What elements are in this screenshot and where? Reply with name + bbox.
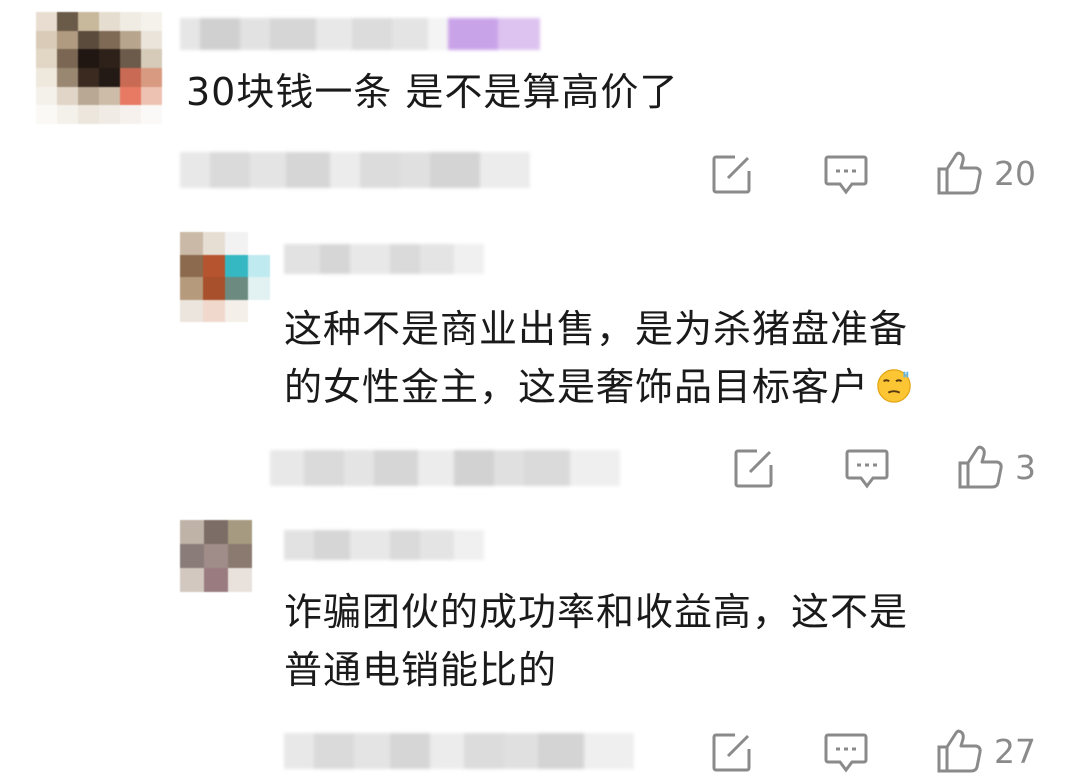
thumbs-up-icon	[937, 729, 982, 773]
comment-text: 这种不是商业出售，是为杀猪盘准备 的女性金主，这是奢饰品目标客户	[284, 300, 913, 416]
comment-bubble-icon	[845, 449, 889, 489]
username-blurred[interactable]	[284, 244, 484, 274]
like-button[interactable]: 3	[957, 444, 1036, 490]
like-count: 20	[994, 153, 1036, 193]
like-count: 27	[994, 731, 1036, 771]
share-button[interactable]	[711, 153, 753, 195]
sweat-smile-emoji-icon	[877, 369, 911, 403]
avatar[interactable]	[36, 12, 162, 124]
share-button[interactable]	[711, 731, 753, 773]
share-button[interactable]	[733, 447, 775, 489]
timestamp-blurred	[284, 733, 634, 769]
thumbs-up-icon	[958, 445, 1003, 489]
comment-text: 30块钱一条 是不是算高价了	[186, 70, 679, 114]
timestamp-blurred	[270, 450, 620, 486]
username-blurred[interactable]	[180, 18, 540, 50]
thumbs-up-icon	[937, 151, 982, 195]
edit-square-icon	[734, 449, 773, 488]
reply-button[interactable]	[845, 448, 889, 490]
comment-text-line: 诈骗团伙的成功率和收益高，这不是	[284, 590, 909, 634]
like-button[interactable]: 27	[936, 728, 1036, 774]
reply-button[interactable]	[824, 154, 868, 196]
edit-square-icon	[712, 733, 751, 772]
comment-text: 诈骗团伙的成功率和收益高，这不是 普通电销能比的	[284, 583, 908, 699]
like-button[interactable]: 20	[936, 150, 1036, 196]
comment-bubble-icon	[824, 733, 868, 773]
edit-square-icon	[712, 155, 751, 194]
username-blurred[interactable]	[284, 530, 484, 560]
avatar[interactable]	[180, 232, 270, 322]
like-count: 3	[1015, 447, 1036, 487]
avatar[interactable]	[180, 520, 252, 592]
comment-text-line: 的女性金主，这是奢饰品目标客户	[284, 358, 913, 416]
comment-thread: 30块钱一条 是不是算高价了 20 这种不是商业出售，是为杀猪盘准备 的女性金主…	[0, 0, 1080, 779]
timestamp-blurred	[180, 152, 530, 188]
comment-bubble-icon	[824, 155, 868, 195]
comment-text-line: 普通电销能比的	[284, 648, 558, 692]
comment-text-line: 这种不是商业出售，是为杀猪盘准备	[284, 307, 909, 351]
reply-button[interactable]	[824, 732, 868, 774]
